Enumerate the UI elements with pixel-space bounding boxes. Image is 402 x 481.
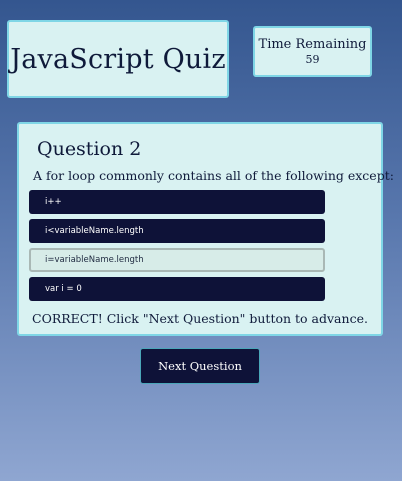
timer-value: 59 [305,52,320,66]
answer-option-3-selected[interactable]: i=variableName.length [29,248,325,272]
answer-feedback: CORRECT! Click "Next Question" button to… [32,311,368,326]
answer-option-1[interactable]: i++ [29,190,325,214]
timer-label: Time Remaining [258,36,367,52]
answer-list: i++ i<variableName.length i=variableName… [29,190,325,306]
quiz-title-card: JavaScript Quiz [7,20,229,98]
page-title: JavaScript Quiz [10,43,226,75]
question-card: Question 2 A for loop commonly contains … [17,122,394,336]
question-text: A for loop commonly contains all of the … [33,168,394,183]
timer-card: Time Remaining 59 [253,26,372,77]
next-question-button[interactable]: Next Question [140,348,260,384]
question-heading: Question 2 [37,138,142,160]
answer-option-2[interactable]: i<variableName.length [29,219,325,243]
answer-option-4[interactable]: var i = 0 [29,277,325,301]
